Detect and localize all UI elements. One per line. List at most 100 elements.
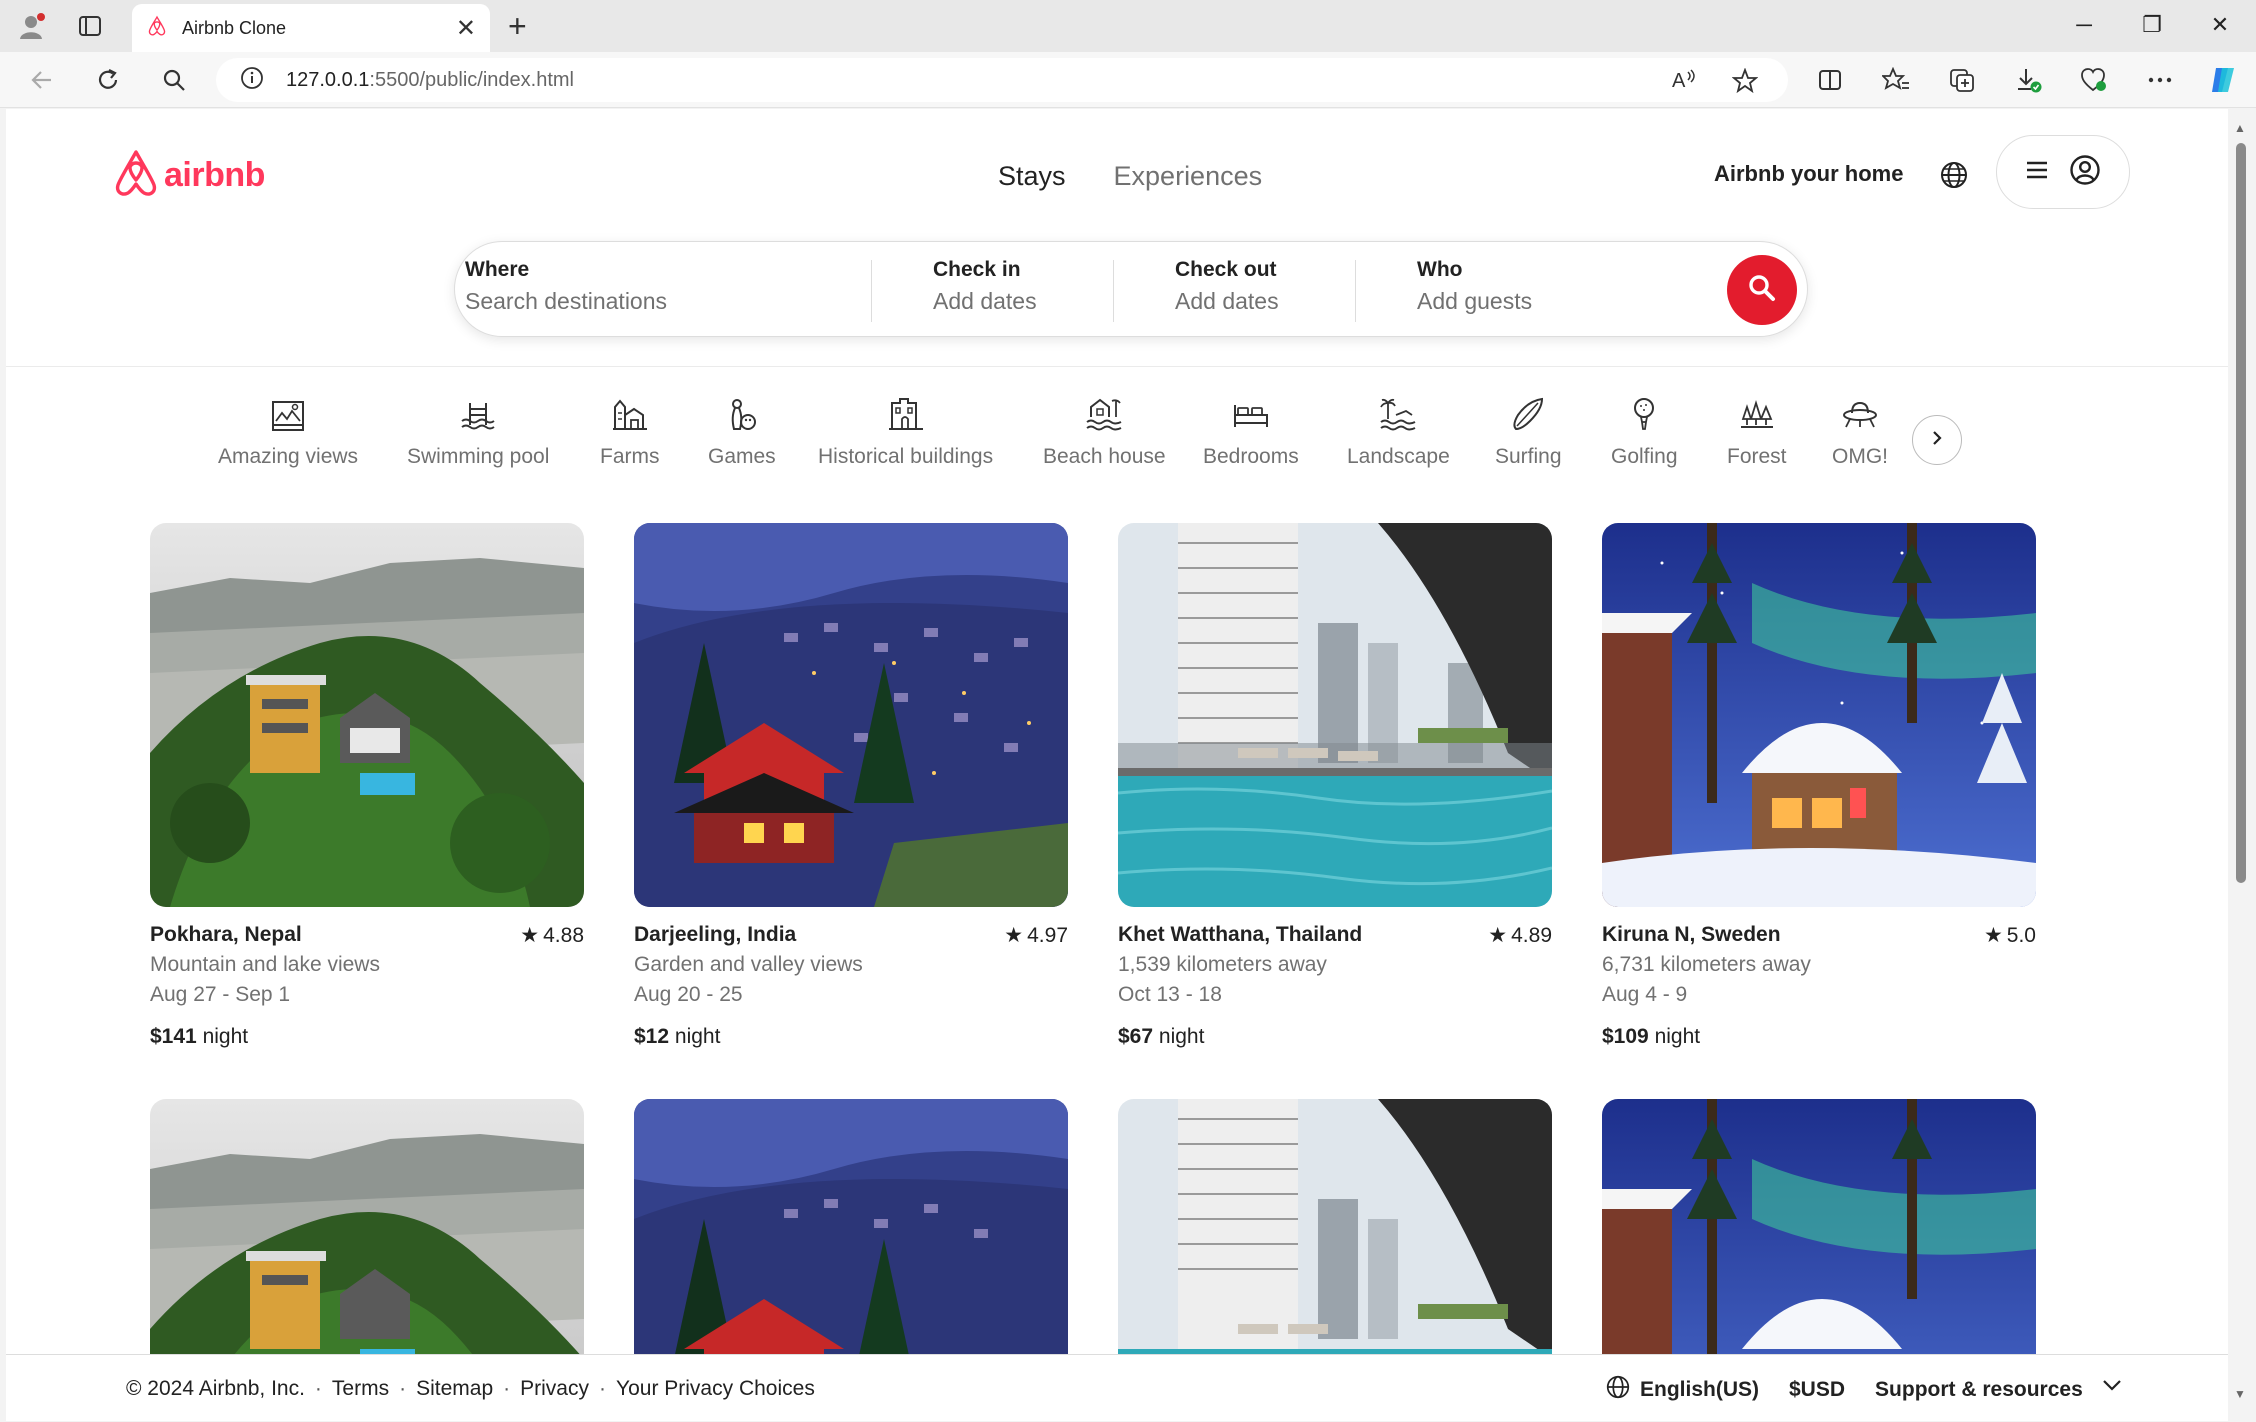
listing-dates: Aug 4 - 9	[1602, 983, 1688, 1006]
address-bar[interactable]: 127.0.0.1:5500/public/index.html A	[216, 58, 1788, 102]
search-button[interactable]	[1727, 255, 1797, 325]
landscape-icon	[1380, 398, 1416, 431]
star-icon: ★	[1488, 924, 1508, 947]
footer-link-sitemap[interactable]: Sitemap	[416, 1377, 493, 1401]
support-resources-link[interactable]: Support & resources	[1875, 1378, 2083, 1402]
listing-photo-khet-watthana[interactable]	[1118, 523, 1552, 907]
category-bedrooms[interactable]: Bedrooms	[1203, 395, 1299, 469]
category-label: Farms	[600, 445, 660, 468]
amazing-views-icon	[272, 401, 305, 431]
minimize-icon[interactable]: ─	[2064, 12, 2104, 38]
category-farms[interactable]: Farms	[600, 395, 660, 469]
category-omg[interactable]: OMG!	[1832, 395, 1888, 469]
collections-icon[interactable]	[1944, 62, 1980, 98]
category-label: Beach house	[1043, 445, 1166, 468]
footer-link-privacy-choices[interactable]: Your Privacy Choices	[616, 1377, 815, 1401]
scroll-up-icon[interactable]: ▲	[2234, 121, 2246, 135]
hamburger-icon	[2025, 160, 2049, 185]
copilot-icon[interactable]	[2206, 62, 2242, 98]
omg-icon	[1843, 401, 1877, 428]
category-games[interactable]: Games	[708, 395, 776, 469]
listing-subtitle: Garden and valley views	[634, 953, 863, 976]
who-placeholder: Add guests	[1417, 288, 1533, 314]
language-selector[interactable]: English(US)	[1606, 1375, 1759, 1405]
reload-icon[interactable]	[90, 62, 126, 98]
footer-link-terms[interactable]: Terms	[332, 1377, 389, 1401]
listing-card[interactable]: Pokhara, Nepal ★ 4.88 Mountain and lake v…	[150, 523, 584, 1048]
listing-dates: Oct 13 - 18	[1118, 983, 1222, 1006]
listing-dates: Aug 20 - 25	[634, 983, 743, 1006]
split-screen-icon[interactable]	[1812, 62, 1848, 98]
airbnb-your-home-link[interactable]: Airbnb your home	[1714, 161, 1903, 187]
bedrooms-icon	[1233, 405, 1268, 427]
browser-toolbar: 127.0.0.1:5500/public/index.html A	[0, 52, 2256, 108]
category-swimming-pool[interactable]: Swimming pool	[407, 395, 549, 469]
footer-separator: ·	[399, 1377, 407, 1400]
category-beach-house[interactable]: Beach house	[1043, 395, 1166, 469]
category-historical-buildings[interactable]: Historical buildings	[818, 395, 993, 469]
browser-essentials-icon[interactable]	[2076, 62, 2112, 98]
listing-photo-darjeeling[interactable]	[634, 523, 1068, 907]
logo-text: airbnb	[164, 156, 265, 194]
search-magnifier-icon	[1746, 272, 1778, 309]
star-icon: ★	[520, 924, 540, 947]
who-field[interactable]: Who Add guests	[1417, 256, 1657, 324]
favorites-icon[interactable]	[1878, 62, 1914, 98]
category-landscape[interactable]: Landscape	[1347, 395, 1450, 469]
tab-close-icon[interactable]: ✕	[456, 14, 476, 43]
category-golfing[interactable]: Golfing	[1611, 395, 1678, 469]
listing-card[interactable]: Khet Watthana, Thailand ★ 4.89 1,539 kilo…	[1118, 523, 1552, 1048]
category-forest[interactable]: Forest	[1727, 395, 1787, 469]
category-scroll-next-button[interactable]	[1912, 415, 1962, 465]
listing-photo-pokhara[interactable]	[150, 523, 584, 907]
tab-actions-icon[interactable]	[72, 10, 108, 42]
listing-card[interactable]: Darjeeling, India ★ 4.97 Garden and valle…	[634, 523, 1068, 1048]
globe-icon[interactable]	[1934, 155, 1974, 195]
listing-price-unit: night	[202, 1025, 249, 1048]
browser-tab[interactable]: Airbnb Clone ✕	[132, 4, 490, 52]
airbnb-logo[interactable]: airbnb	[114, 149, 265, 202]
category-amazing-views[interactable]: Amazing views	[218, 395, 358, 469]
golfing-icon	[1634, 398, 1655, 430]
footer-link-privacy[interactable]: Privacy	[520, 1377, 589, 1401]
profile-icon[interactable]	[14, 10, 50, 42]
downloads-icon[interactable]	[2010, 62, 2046, 98]
new-tab-icon[interactable]: +	[508, 10, 527, 42]
search-bar: Where Search destinations Check in Add d…	[454, 241, 1808, 337]
category-surfing[interactable]: Surfing	[1495, 395, 1562, 469]
more-menu-icon[interactable]	[2142, 62, 2178, 98]
back-icon[interactable]	[24, 62, 60, 98]
listing-photo-kiruna[interactable]	[1602, 523, 2036, 907]
currency-selector[interactable]: $USD	[1789, 1378, 1845, 1402]
nav-experiences[interactable]: Experiences	[1114, 161, 1263, 192]
user-menu-button[interactable]	[1996, 135, 2130, 209]
listing-location: Pokhara, Nepal	[150, 923, 302, 946]
listing-location: Kiruna N, Sweden	[1602, 923, 1781, 946]
beach-house-icon	[1086, 398, 1122, 431]
window-close-icon[interactable]: ✕	[2200, 12, 2240, 38]
listing-price-unit: night	[1654, 1025, 1701, 1048]
scrollbar-thumb[interactable]	[2236, 143, 2246, 883]
header-divider	[6, 366, 2228, 367]
listing-price-amount: $141	[150, 1025, 197, 1048]
where-field[interactable]: Where Search destinations	[465, 256, 725, 324]
restore-icon[interactable]: ❐	[2132, 12, 2172, 38]
farms-icon	[612, 399, 647, 430]
listing-card[interactable]: Kiruna N, Sweden ★ 5.0 6,731 kilometers a…	[1602, 523, 2036, 1048]
site-info-icon[interactable]	[240, 66, 264, 95]
listing-price-unit: night	[1158, 1025, 1205, 1048]
search-divider	[871, 260, 872, 322]
check-in-field[interactable]: Check in Add dates	[933, 256, 1113, 324]
read-aloud-icon[interactable]: A	[1672, 68, 1698, 97]
scroll-down-icon[interactable]: ▼	[2234, 1387, 2246, 1401]
page-scrollbar[interactable]: ▲ ▼	[2228, 109, 2256, 1422]
footer-settings: English(US) $USD Support & resources	[1606, 1375, 2083, 1405]
check-out-field[interactable]: Check out Add dates	[1175, 256, 1355, 324]
category-label: Forest	[1727, 445, 1787, 468]
chevron-down-icon[interactable]	[2100, 1373, 2124, 1402]
nav-stays[interactable]: Stays	[998, 161, 1066, 192]
star-icon: ★	[1004, 924, 1024, 947]
search-icon[interactable]	[156, 62, 192, 98]
favorite-star-icon[interactable]	[1731, 67, 1759, 99]
search-divider	[1355, 260, 1356, 322]
